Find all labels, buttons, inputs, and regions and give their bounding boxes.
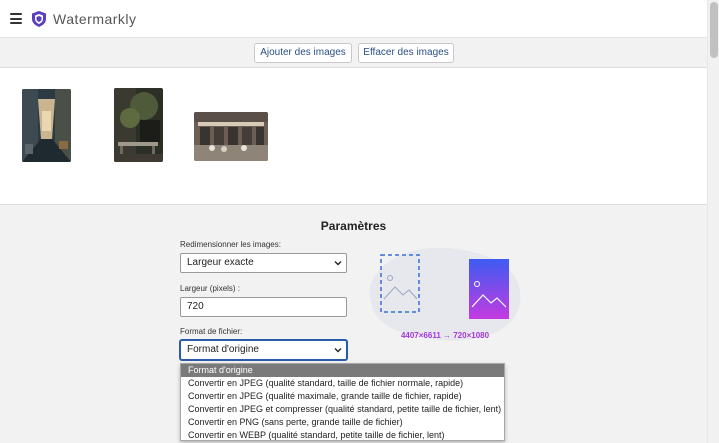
resize-select-value: Largeur exacte bbox=[187, 257, 254, 268]
image-thumbnail[interactable] bbox=[22, 89, 71, 162]
width-input[interactable]: 720 bbox=[180, 297, 347, 317]
add-images-button[interactable]: Ajouter des images bbox=[254, 43, 352, 63]
resize-label: Redimensionner les images: bbox=[180, 240, 281, 249]
chevron-down-icon bbox=[334, 348, 342, 353]
format-select[interactable]: Format d'origine bbox=[180, 340, 347, 360]
format-option[interactable]: Convertir en WEBP (qualité standard, pet… bbox=[181, 429, 504, 442]
image-thumbnail[interactable] bbox=[194, 112, 268, 161]
app-header: Watermarkly bbox=[0, 0, 707, 38]
page-scrollbar[interactable] bbox=[707, 0, 719, 443]
app-title: Watermarkly bbox=[53, 11, 137, 27]
shield-logo-icon bbox=[32, 11, 46, 27]
format-option[interactable]: Format d'origine bbox=[181, 364, 504, 377]
image-thumbnail[interactable] bbox=[114, 88, 163, 162]
clear-images-button[interactable]: Effacer des images bbox=[358, 43, 454, 63]
dimensions-caption: 4407×6611 → 720×1080 bbox=[400, 331, 490, 340]
width-label: Largeur (pixels) : bbox=[180, 284, 241, 293]
resize-select[interactable]: Largeur exacte bbox=[180, 253, 347, 273]
format-option[interactable]: Convertir en JPEG (qualité standard, tai… bbox=[181, 377, 504, 390]
scrollbar-thumb[interactable] bbox=[710, 2, 718, 58]
format-dropdown-list: Format d'origine Convertir en JPEG (qual… bbox=[180, 363, 505, 441]
format-option[interactable]: Convertir en JPEG et compresser (qualité… bbox=[181, 403, 504, 416]
image-list bbox=[0, 68, 707, 205]
format-select-value: Format d'origine bbox=[187, 344, 259, 355]
format-option[interactable]: Convertir en JPEG (qualité maximale, gra… bbox=[181, 390, 504, 403]
hamburger-menu-icon[interactable] bbox=[10, 13, 22, 24]
toolbar: Ajouter des images Effacer des images bbox=[0, 38, 707, 68]
format-option[interactable]: Convertir en PNG (sans perte, grande tai… bbox=[181, 416, 504, 429]
settings-title: Paramètres bbox=[320, 219, 387, 233]
format-label: Format de fichier: bbox=[180, 327, 243, 336]
chevron-down-icon bbox=[334, 261, 342, 266]
